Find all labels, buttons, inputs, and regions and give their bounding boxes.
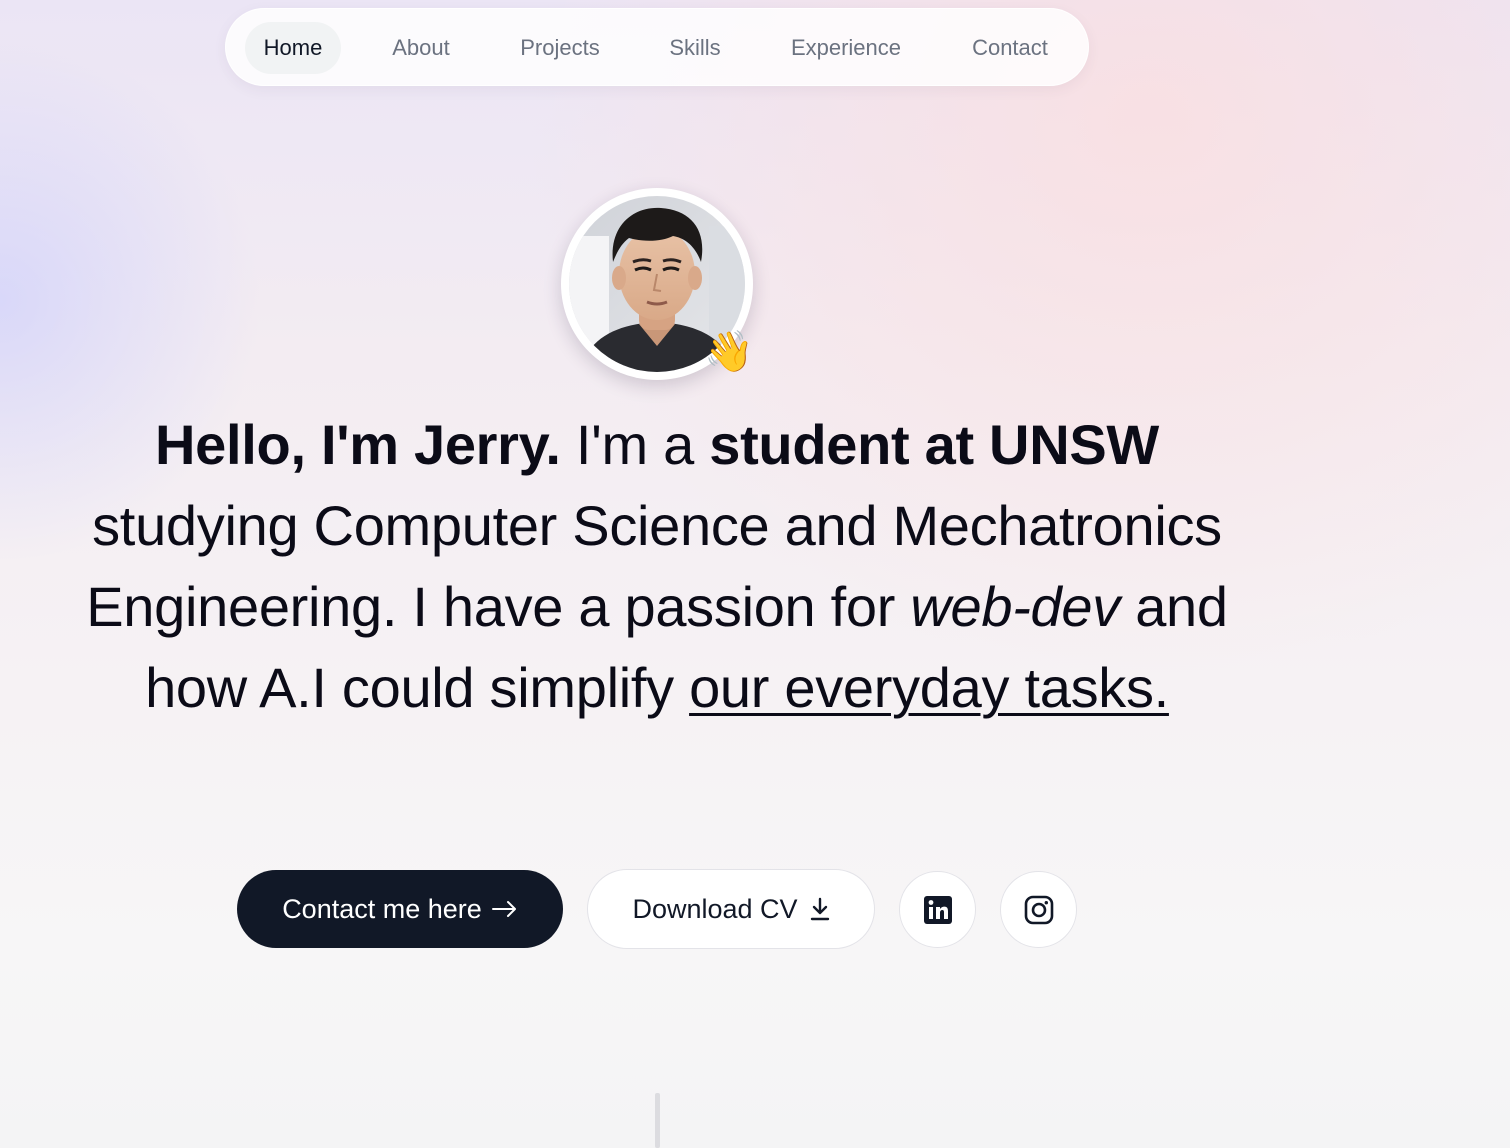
hero-text-im-a: I'm a (560, 413, 710, 476)
hero-role: student at UNSW (709, 413, 1159, 476)
nav-item-contact[interactable]: Contact (953, 22, 1067, 74)
nav-item-home[interactable]: Home (245, 22, 341, 74)
linkedin-button[interactable] (899, 871, 976, 948)
hero-headline: Hello, I'm Jerry. I'm a student at UNSW … (80, 404, 1234, 728)
instagram-icon (1024, 895, 1054, 925)
nav-item-about[interactable]: About (373, 22, 469, 74)
hero-interest: web-dev (910, 575, 1120, 638)
download-cv-label: Download CV (632, 893, 798, 924)
scroll-indicator-line (655, 1093, 660, 1148)
waving-hand-icon: 👋 (704, 329, 754, 375)
top-navigation: Home About Projects Skills Experience Co… (225, 8, 1089, 86)
instagram-button[interactable] (1000, 871, 1077, 948)
hero-goal: our everyday tasks. (689, 656, 1169, 719)
download-cv-button[interactable]: Download CV (587, 869, 875, 949)
nav-item-experience[interactable]: Experience (770, 22, 922, 74)
nav-item-projects[interactable]: Projects (500, 22, 620, 74)
linkedin-icon (923, 895, 952, 924)
hero-greeting: Hello, I'm Jerry. (155, 413, 561, 476)
arrow-right-icon (491, 900, 518, 918)
contact-me-button[interactable]: Contact me here (237, 870, 563, 948)
contact-me-label: Contact me here (282, 893, 482, 924)
download-icon (810, 897, 830, 921)
nav-item-skills[interactable]: Skills (651, 22, 739, 74)
